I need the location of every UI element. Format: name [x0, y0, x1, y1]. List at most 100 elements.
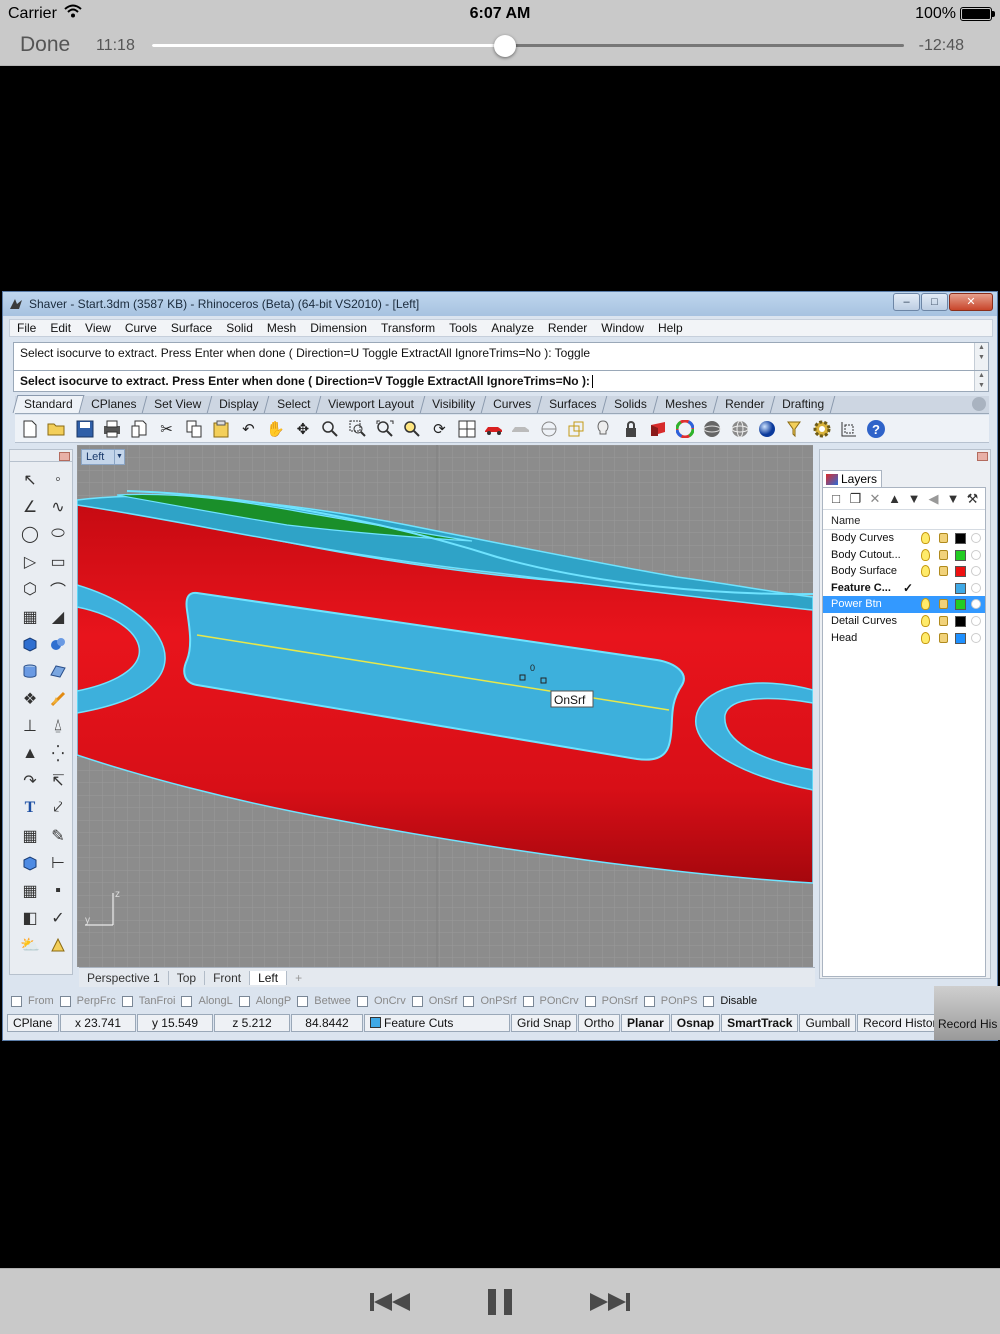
visibility-bulb-icon[interactable] — [921, 598, 930, 611]
layer-color-swatch[interactable] — [955, 533, 966, 544]
osnap-checkbox[interactable] — [584, 995, 596, 1007]
zoom-window-icon[interactable] — [347, 418, 369, 440]
osnap-oncrv[interactable]: OnCrv — [356, 995, 406, 1007]
help-icon[interactable]: ? — [865, 418, 887, 440]
viewport-tab-perspective-1[interactable]: Perspective 1 — [79, 970, 169, 985]
filter-icon[interactable]: ▼ — [946, 491, 960, 506]
move-view-icon[interactable]: ✥ — [292, 418, 314, 440]
command-prompt-scrollbar[interactable]: ▲ ▼ — [974, 371, 988, 391]
layer-material-icon[interactable] — [971, 615, 981, 626]
surface-points-icon[interactable]: ▦ — [16, 603, 44, 630]
toggle-planar[interactable]: Planar — [621, 1014, 670, 1032]
lock-icon[interactable] — [939, 566, 948, 577]
layer-material-icon[interactable] — [971, 533, 981, 543]
car-disabled-icon[interactable] — [510, 418, 532, 440]
layer-properties-icon[interactable] — [647, 418, 669, 440]
fillet-curve-icon[interactable]: ⌒ — [44, 576, 72, 603]
command-prompt[interactable]: Select isocurve to extract. Press Enter … — [13, 370, 989, 392]
command-history-scrollbar[interactable]: ▲ ▼ — [974, 343, 988, 371]
menu-view[interactable]: View — [85, 321, 111, 335]
wireframe-sphere-icon[interactable] — [701, 418, 723, 440]
osnap-checkbox[interactable] — [297, 995, 309, 1007]
tab-drafting[interactable]: Drafting — [772, 396, 836, 413]
osnap-checkbox[interactable] — [522, 995, 534, 1007]
close-button[interactable]: ✕ — [949, 293, 993, 311]
osnap-disable[interactable]: Disable — [703, 995, 757, 1007]
osnap-checkbox[interactable] — [643, 995, 655, 1007]
box-icon[interactable] — [16, 630, 44, 657]
tab-cplanes[interactable]: CPlanes — [80, 396, 148, 413]
menu-help[interactable]: Help — [658, 321, 683, 335]
lock-icon[interactable] — [939, 615, 948, 626]
color-wheel-icon[interactable] — [674, 418, 696, 440]
light-bulb-icon[interactable] — [592, 418, 614, 440]
check-icon[interactable]: ✓ — [44, 904, 72, 931]
select-arrow-icon[interactable]: ↖ — [16, 466, 44, 493]
maximize-button[interactable]: □ — [921, 293, 948, 311]
options-gear-icon[interactable] — [811, 418, 833, 440]
render-icon[interactable]: ⛅ — [16, 932, 44, 959]
rectangle-icon[interactable]: ▭ — [44, 548, 72, 575]
layer-color-swatch[interactable] — [955, 615, 966, 627]
next-track-icon[interactable] — [588, 1284, 632, 1320]
tab-set-view[interactable]: Set View — [143, 396, 213, 413]
paste-icon[interactable] — [210, 418, 232, 440]
add-viewport-tab-button[interactable]: + — [287, 971, 310, 985]
dimension-icon[interactable] — [44, 685, 72, 712]
lock-icon[interactable] — [939, 599, 948, 610]
osnap-checkbox[interactable] — [11, 995, 22, 1007]
lock-icon[interactable] — [939, 549, 948, 560]
move-parent-icon[interactable]: ◀ — [927, 491, 941, 506]
layout-icon[interactable]: ▪ — [44, 877, 72, 904]
osnap-checkbox[interactable] — [181, 995, 193, 1007]
osnap-betwee[interactable]: Betwee — [297, 995, 351, 1007]
viewport-tab-top[interactable]: Top — [169, 970, 206, 985]
ellipse-icon[interactable]: ⬭ — [44, 521, 72, 548]
tab-display[interactable]: Display — [208, 396, 270, 413]
tab-render[interactable]: Render — [714, 396, 776, 413]
cut-icon[interactable]: ✂ — [155, 418, 177, 440]
layer-row[interactable]: Body Surface — [823, 563, 985, 580]
lock-icon[interactable] — [939, 632, 948, 643]
menu-surface[interactable]: Surface — [171, 321, 212, 335]
osnap-perpfrc[interactable]: PerpFrc — [59, 995, 116, 1007]
layer-color-swatch[interactable] — [955, 632, 966, 644]
analysis-icon[interactable]: ◧ — [16, 904, 44, 931]
osnap-ponps[interactable]: POnPS — [643, 995, 697, 1007]
menu-transform[interactable]: Transform — [381, 321, 435, 335]
layer-row[interactable]: Detail Curves — [823, 613, 985, 630]
select-filter-icon[interactable] — [783, 418, 805, 440]
viewport-scene[interactable]: 0 OnSrf z y — [77, 445, 813, 967]
menu-tools[interactable]: Tools — [449, 321, 477, 335]
layer-color-swatch[interactable] — [955, 549, 966, 561]
extract-icon[interactable]: ✎ — [44, 822, 72, 849]
done-button[interactable]: Done — [20, 33, 70, 57]
osnap-checkbox[interactable] — [356, 995, 368, 1007]
menu-file[interactable]: File — [17, 321, 36, 335]
osnap-onpsrf[interactable]: OnPSrf — [463, 995, 517, 1007]
osnap-tanfroi[interactable]: TanFroi — [121, 995, 175, 1007]
toggle-smarttrack[interactable]: SmartTrack — [721, 1014, 799, 1032]
delete-layer-icon[interactable]: ✕ — [868, 491, 882, 506]
lock-icon[interactable] — [620, 418, 642, 440]
osnap-checkbox[interactable] — [463, 995, 475, 1007]
tab-curves[interactable]: Curves — [482, 396, 543, 413]
layers-close-icon[interactable] — [977, 452, 988, 461]
zoom-in-icon[interactable] — [319, 418, 341, 440]
circle-icon[interactable]: ◯ — [16, 521, 44, 548]
cylinder-icon[interactable] — [16, 658, 44, 685]
tab-standard[interactable]: Standard — [12, 395, 85, 413]
layer-row[interactable]: Power Btn — [823, 596, 985, 613]
cplane-icon[interactable] — [838, 418, 860, 440]
zoom-extents-icon[interactable] — [374, 418, 396, 440]
boolean-icon[interactable]: ▲ — [16, 740, 44, 767]
menu-mesh[interactable]: Mesh — [267, 321, 296, 335]
toggle-osnap[interactable]: Osnap — [670, 1014, 721, 1032]
transform-icon[interactable]: ❖ — [16, 685, 44, 712]
layer-color-swatch[interactable] — [955, 566, 966, 578]
twist-icon[interactable]: ↸ — [44, 767, 72, 794]
osnap-checkbox[interactable] — [238, 995, 250, 1007]
pause-icon[interactable] — [484, 1284, 516, 1320]
tab-surfaces[interactable]: Surfaces — [538, 396, 608, 413]
tab-viewport-layout[interactable]: Viewport Layout — [317, 396, 426, 413]
